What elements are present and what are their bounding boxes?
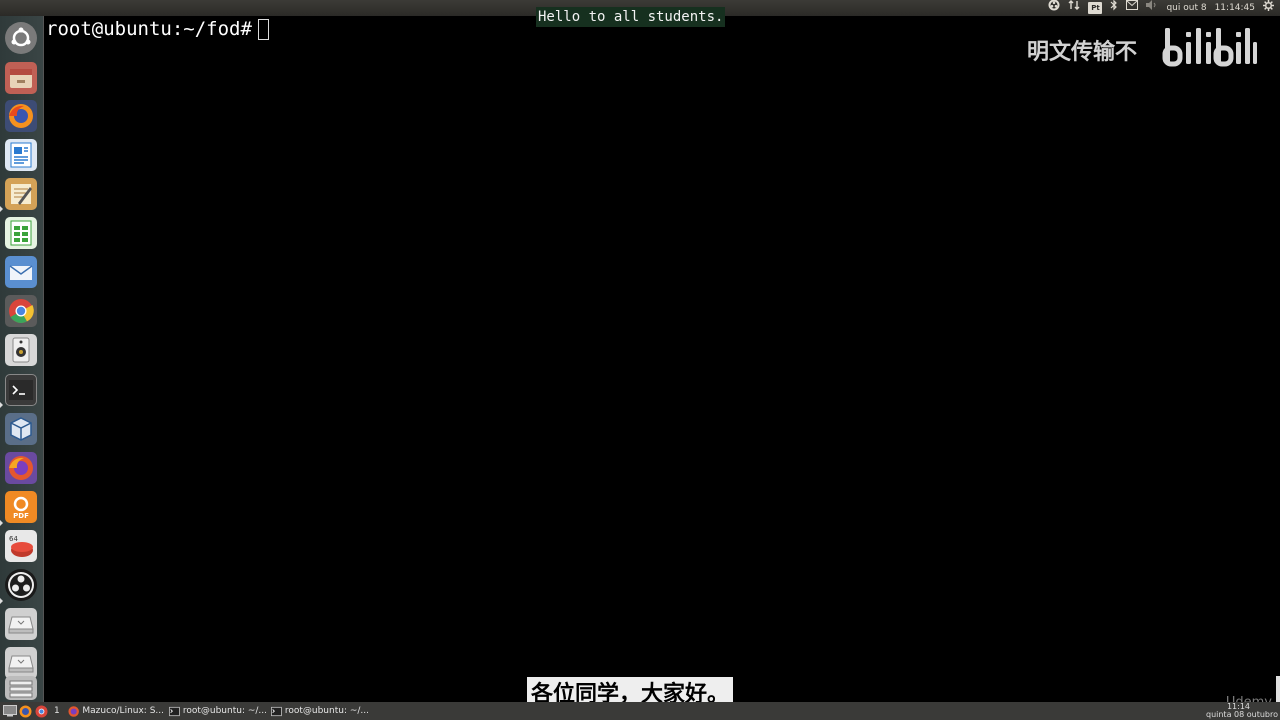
- volume-icon[interactable]: [1146, 0, 1158, 16]
- svg-text:64: 64: [9, 535, 18, 543]
- launcher-running-indicator: [0, 598, 3, 604]
- trash-icon[interactable]: [5, 676, 37, 700]
- taskbar-chrome-button[interactable]: [35, 703, 48, 719]
- firefox-icon[interactable]: [5, 100, 37, 132]
- terminal-cursor: [257, 19, 269, 40]
- bottom-taskbar: 1 Mazuco/Linux: S... root@ubuntu: ~/... …: [0, 676, 1280, 720]
- keyboard-layout-icon[interactable]: Pt: [1088, 0, 1103, 16]
- show-desktop-icon: [3, 705, 17, 717]
- mail-client-icon[interactable]: [5, 256, 37, 288]
- drive-2-icon[interactable]: [5, 647, 37, 679]
- launcher-running-indicator: [0, 206, 3, 212]
- taskbar-window-label: root@ubuntu: ~/...: [182, 706, 267, 716]
- taskbar-window-3[interactable]: root@ubuntu: ~/...: [271, 703, 369, 719]
- terminal-icon[interactable]: [5, 374, 37, 406]
- keyboard-layout-label: Pt: [1088, 2, 1103, 14]
- chrome-icon[interactable]: [5, 295, 37, 327]
- top-panel-date[interactable]: qui out 8: [1166, 0, 1206, 16]
- taskbar-window-2[interactable]: root@ubuntu: ~/...: [169, 703, 267, 719]
- network-icon[interactable]: [1068, 0, 1080, 17]
- taskbar-window-1[interactable]: Mazuco/Linux: S...: [68, 703, 164, 719]
- indicator-area: Pt qui out 8 11:14:45: [1048, 0, 1280, 16]
- svg-text:PDF: PDF: [13, 512, 29, 520]
- launcher: PDF 64: [0, 16, 44, 702]
- bluetooth-icon[interactable]: [1110, 0, 1118, 17]
- terminal-icon: [169, 706, 180, 716]
- obs-icon[interactable]: [5, 569, 37, 601]
- chrome-icon: [35, 705, 48, 717]
- terminal-icon: [271, 706, 282, 716]
- taskbar-date: quinta 08 outubro: [1205, 710, 1278, 719]
- terminal-prompt: root@ubuntu:~/fod#: [46, 18, 252, 40]
- firefox-dev-icon[interactable]: [5, 452, 37, 484]
- bilibili-logo-mark: [1162, 28, 1257, 67]
- desktop-screen: Pt qui out 8 11:14:45 PDF 64 root@ubuntu…: [0, 0, 1280, 720]
- obs-icon[interactable]: [1048, 0, 1060, 17]
- ubuntu-dash-icon[interactable]: [5, 22, 37, 54]
- workspace-switcher[interactable]: 1: [54, 703, 60, 719]
- taskbar-window-label: Mazuco/Linux: S...: [82, 706, 164, 716]
- show-desktop-button[interactable]: [3, 703, 17, 719]
- virtualbox-icon[interactable]: [5, 413, 37, 445]
- speaker-icon[interactable]: [5, 334, 37, 366]
- scrollbar-handle[interactable]: [1276, 676, 1280, 702]
- files-icon[interactable]: [5, 62, 37, 94]
- calc-icon[interactable]: [5, 217, 37, 249]
- terminal-prompt-line[interactable]: root@ubuntu:~/fod#: [46, 16, 269, 42]
- taskbar-firefox-button[interactable]: [19, 703, 32, 719]
- firefox-icon: [19, 705, 32, 717]
- firefox-icon: [68, 705, 79, 717]
- mail-icon[interactable]: [1126, 0, 1139, 16]
- workspace-number: 1: [54, 706, 60, 716]
- writer-icon[interactable]: [5, 139, 37, 171]
- drive-icon[interactable]: [5, 608, 37, 640]
- launcher-running-indicator: [0, 520, 3, 526]
- taskbar-window-label: root@ubuntu: ~/...: [284, 706, 369, 716]
- top-panel-time[interactable]: 11:14:45: [1215, 0, 1255, 16]
- ruby-icon[interactable]: 64: [5, 530, 37, 562]
- watermark-text: 明文传输不: [1027, 40, 1138, 65]
- subtitle-english: Hello to all students.: [536, 7, 726, 27]
- text-editor-icon[interactable]: [5, 178, 37, 210]
- pdf-icon[interactable]: PDF: [5, 491, 37, 523]
- bilibili-logo: [1162, 26, 1258, 72]
- launcher-running-indicator: [0, 402, 3, 408]
- gear-icon[interactable]: [1263, 0, 1274, 17]
- terminal-window[interactable]: root@ubuntu:~/fod#: [44, 16, 1280, 702]
